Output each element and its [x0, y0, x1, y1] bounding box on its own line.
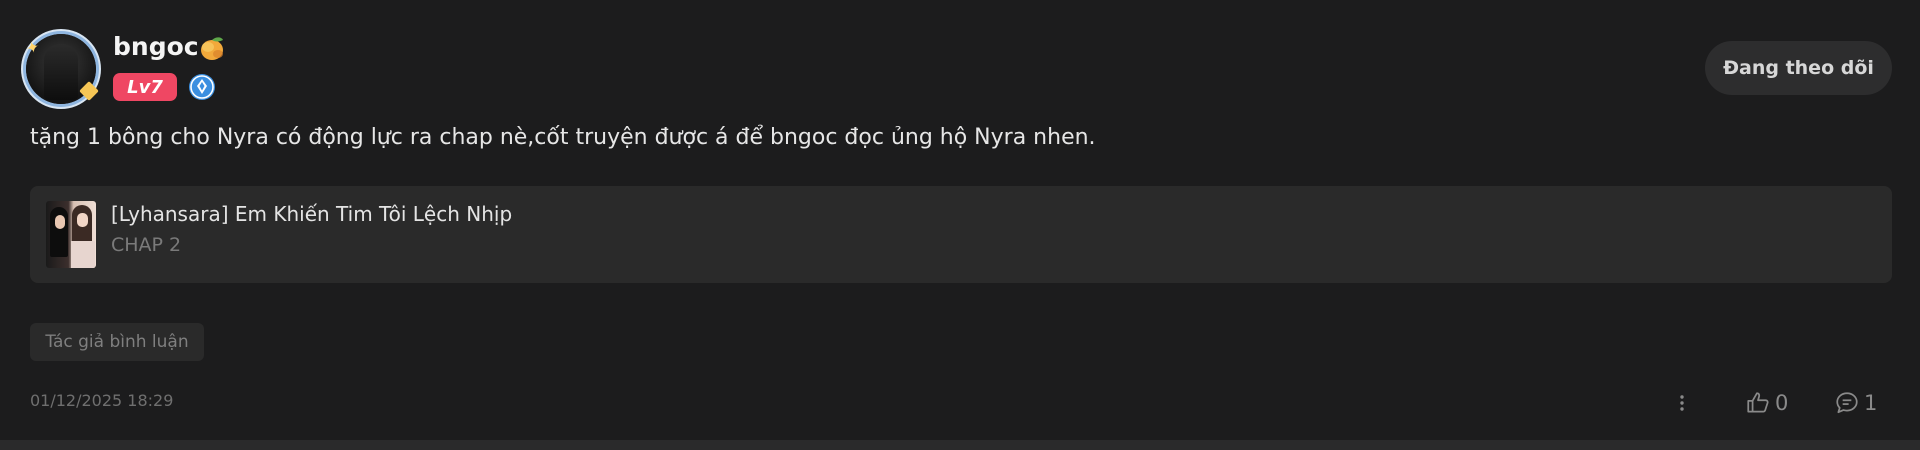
- reply-count: 1: [1864, 391, 1878, 415]
- level-badge: Lv7: [113, 73, 177, 101]
- author-comment-tag: Tác giả bình luận: [30, 323, 204, 361]
- mango-icon: [201, 37, 223, 60]
- thumbs-up-icon: [1747, 392, 1769, 413]
- comment-bubble-icon: [1836, 392, 1858, 414]
- reply-button[interactable]: 1: [1834, 388, 1884, 418]
- avatar-frame-star-icon: ✦: [23, 36, 42, 59]
- story-chapter: CHAP 2: [111, 234, 182, 256]
- story-link-card[interactable]: [30, 186, 1892, 283]
- story-cover-image: [46, 201, 96, 268]
- diamond-rank-icon: [189, 74, 215, 100]
- more-vertical-icon: [1680, 395, 1684, 411]
- avatar-figure: [44, 44, 78, 100]
- like-count: 0: [1775, 391, 1789, 415]
- following-button[interactable]: Đang theo dõi: [1705, 41, 1892, 95]
- comment-timestamp: 01/12/2025 18:29: [30, 391, 174, 410]
- username[interactable]: bngoc: [113, 32, 199, 61]
- more-options-button[interactable]: [1672, 390, 1692, 416]
- like-button[interactable]: 0: [1745, 388, 1795, 418]
- story-title[interactable]: [Lyhansara] Em Khiến Tim Tôi Lệch Nhịp: [111, 202, 512, 226]
- comment-text: tặng 1 bông cho Nyra có động lực ra chap…: [30, 125, 1096, 150]
- comment-card: ✦ bngoc Lv7 Đang theo dõi tặng 1 bông ch…: [0, 0, 1920, 440]
- section-divider: [0, 440, 1920, 450]
